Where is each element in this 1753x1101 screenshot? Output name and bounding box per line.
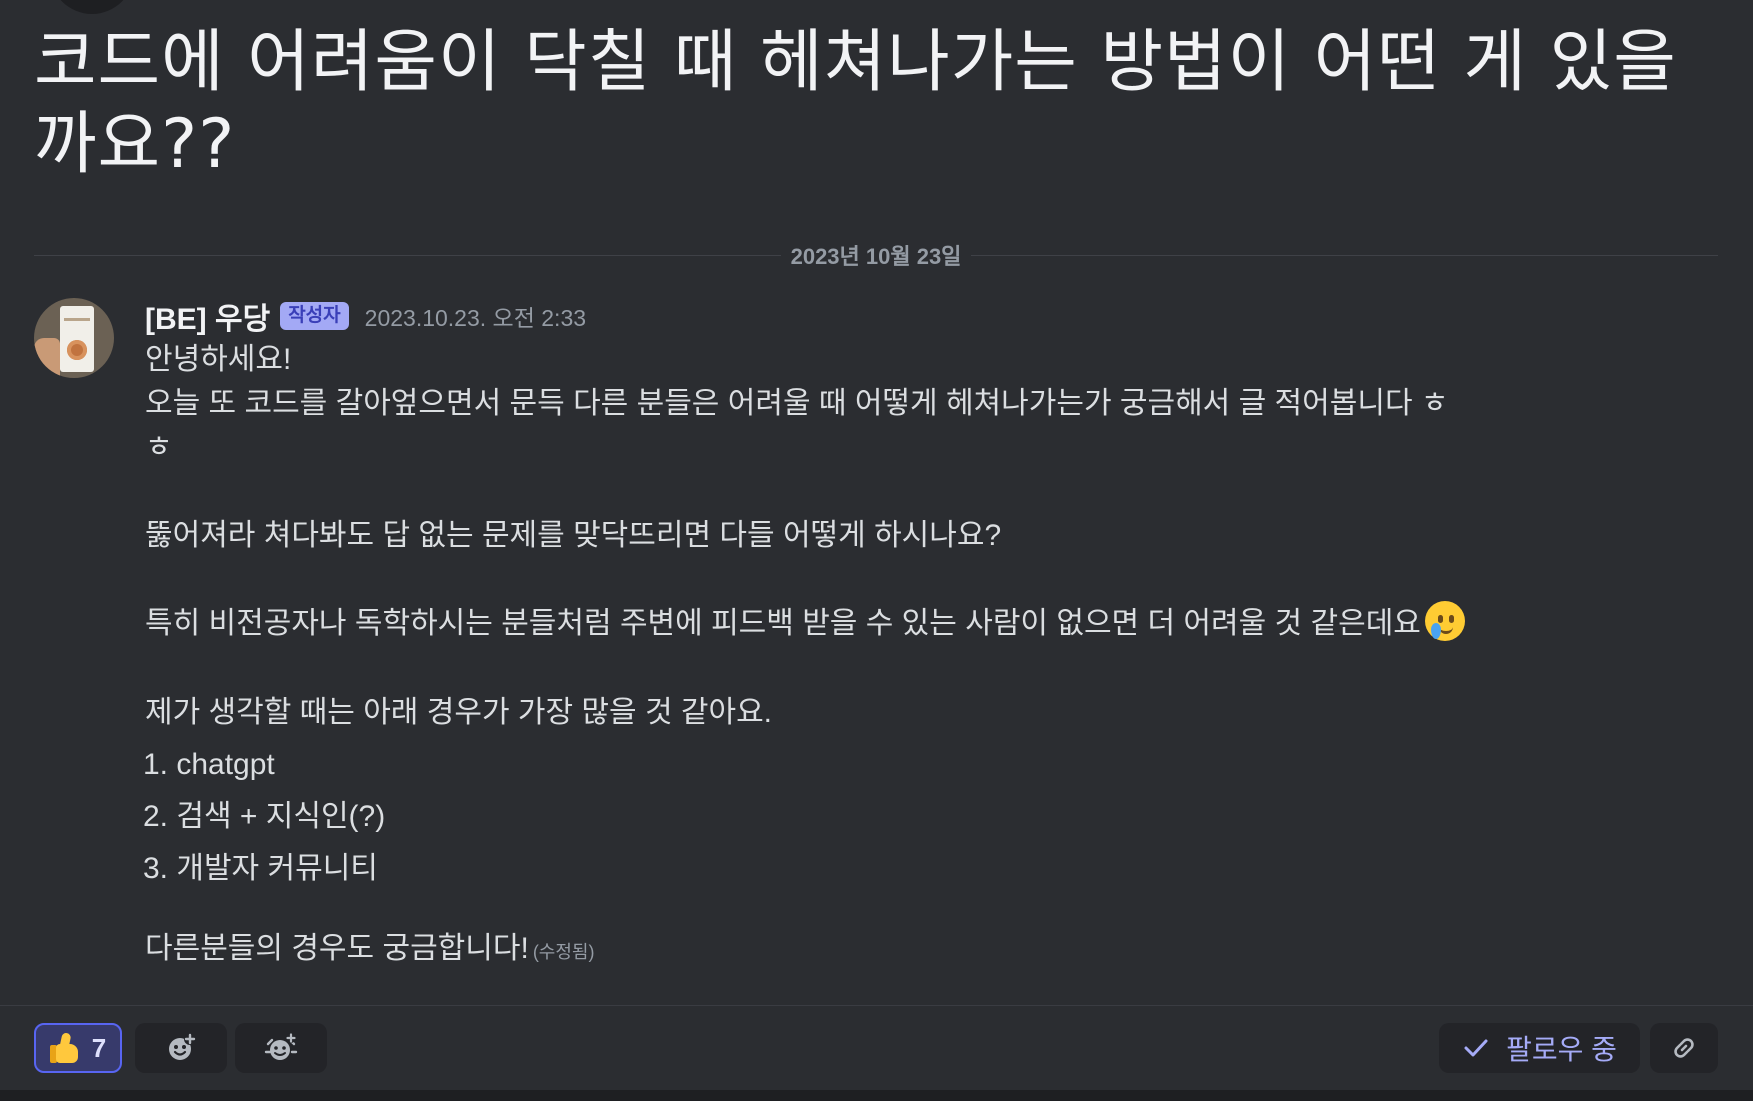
avatar[interactable] [34,298,114,378]
list-item: 3. 개발자 커뮤니티 [143,852,378,886]
list-item: 1. chatgpt [143,748,275,782]
avatar-cookie-shape [67,340,87,360]
author-badge: 작성자 [280,302,349,330]
message-timestamp[interactable]: 2023.10.23. 오전 2:33 [365,299,586,333]
follow-label: 팔로우 중 [1506,1034,1617,1065]
list-item: 2. 검색 + 지식인(?) [143,800,386,834]
line-intro-tail: ㅎ [145,431,173,464]
post-title: 코드에 어려움이 닥칠 때 헤쳐나가는 방법이 어떤 게 있을까요?? [34,23,1677,184]
super-reaction-button[interactable] [235,1023,327,1073]
line-closing-text: 다른분들의 경우도 궁금합니다! [145,932,529,966]
emoji-eye-right [1448,615,1454,624]
line-intro: 오늘 또 코드를 갈아엎으면서 문득 다른 분들은 어려울 때 어떻게 헤쳐나가… [145,387,1449,420]
line-greeting: 안녕하세요! [145,343,292,376]
emoji-face-shape [1424,601,1465,642]
face-holding-back-tears-emoji-icon[interactable] [1423,599,1467,643]
super-reaction-icon [264,1033,298,1060]
copy-link-button[interactable] [1650,1023,1718,1073]
line-concern-text: 특히 비전공자나 독학하시는 분들처럼 주변에 피드백 받을 수 있는 사람이 … [145,607,1421,640]
avatar-bag-shape [60,306,94,372]
line-list-intro: 제가 생각할 때는 아래 경우가 가장 많을 것 같아요. [145,696,773,730]
avatar-fragment [50,0,134,14]
add-reaction-button[interactable] [135,1023,227,1073]
message-body: 안녕하세요! 오늘 또 코드를 갈아엎으면서 문득 다른 분들은 어려울 때 어… [143,338,1665,974]
divider-line-left [34,254,781,256]
follow-button[interactable]: 팔로우 중 [1439,1023,1640,1073]
avatar-hand-shape [34,338,60,378]
date-divider: 2023년 10월 23일 [34,240,1719,270]
line-closing: 다른분들의 경우도 궁금합니다! (수정됨) [145,927,1665,974]
avatar-bag-label-shape [64,318,90,321]
check-icon [1464,1039,1488,1057]
author-name[interactable]: [BE] 우당 [145,294,270,338]
thumbs-up-reaction-button[interactable]: 7 [34,1023,122,1073]
message-header: [BE] 우당 작성자 2023.10.23. 오전 2:33 [145,296,586,336]
link-icon [1674,1038,1694,1058]
add-reaction-icon [169,1033,196,1060]
forum-post-page: 코드에 어려움이 닥칠 때 헤쳐나가는 방법이 어떤 게 있을까요?? 2023… [0,0,1753,1101]
footer-bottom-bar [0,1090,1753,1101]
emoji-eye-left [1437,615,1443,624]
line-question: 뚫어져라 쳐다봐도 답 없는 문제를 맞닥뜨리면 다들 어떻게 하시나요? [145,519,1002,552]
thumbs-up-icon [49,1032,82,1064]
edited-mark: (수정됨) [532,942,595,963]
line-concern: 특히 비전공자나 독학하시는 분들처럼 주변에 피드백 받을 수 있는 사람이 … [145,599,1665,647]
post-footer: 7 팔로우 중 [0,1005,1753,1101]
reaction-count: 7 [91,1032,107,1063]
divider-line-right [971,254,1719,256]
date-divider-text: 2023년 10월 23일 [790,244,962,269]
